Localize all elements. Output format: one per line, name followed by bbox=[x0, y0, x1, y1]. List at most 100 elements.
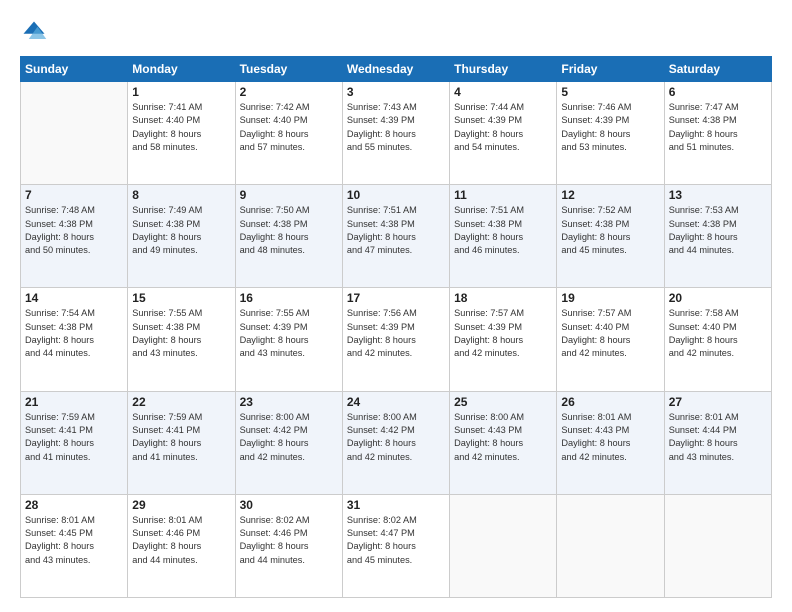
day-cell: 31 Sunrise: 8:02 AMSunset: 4:47 PMDayligh… bbox=[342, 494, 449, 597]
day-cell: 9 Sunrise: 7:50 AMSunset: 4:38 PMDaylight… bbox=[235, 185, 342, 288]
day-number: 22 bbox=[132, 395, 230, 409]
day-cell: 1 Sunrise: 7:41 AMSunset: 4:40 PMDaylight… bbox=[128, 82, 235, 185]
day-number: 17 bbox=[347, 291, 445, 305]
day-info: Sunrise: 7:47 AMSunset: 4:38 PMDaylight:… bbox=[669, 101, 767, 154]
weekday-tuesday: Tuesday bbox=[235, 57, 342, 82]
day-cell: 18 Sunrise: 7:57 AMSunset: 4:39 PMDayligh… bbox=[450, 288, 557, 391]
day-cell: 25 Sunrise: 8:00 AMSunset: 4:43 PMDayligh… bbox=[450, 391, 557, 494]
day-number: 25 bbox=[454, 395, 552, 409]
day-info: Sunrise: 8:01 AMSunset: 4:43 PMDaylight:… bbox=[561, 411, 659, 464]
day-number: 30 bbox=[240, 498, 338, 512]
day-info: Sunrise: 8:02 AMSunset: 4:47 PMDaylight:… bbox=[347, 514, 445, 567]
day-info: Sunrise: 7:48 AMSunset: 4:38 PMDaylight:… bbox=[25, 204, 123, 257]
day-number: 7 bbox=[25, 188, 123, 202]
day-cell: 20 Sunrise: 7:58 AMSunset: 4:40 PMDayligh… bbox=[664, 288, 771, 391]
week-row-4: 21 Sunrise: 7:59 AMSunset: 4:41 PMDayligh… bbox=[21, 391, 772, 494]
day-info: Sunrise: 7:44 AMSunset: 4:39 PMDaylight:… bbox=[454, 101, 552, 154]
week-row-2: 7 Sunrise: 7:48 AMSunset: 4:38 PMDaylight… bbox=[21, 185, 772, 288]
day-info: Sunrise: 7:54 AMSunset: 4:38 PMDaylight:… bbox=[25, 307, 123, 360]
logo bbox=[20, 18, 52, 46]
day-info: Sunrise: 7:51 AMSunset: 4:38 PMDaylight:… bbox=[454, 204, 552, 257]
week-row-3: 14Sunrise: 7:54 AMSunset: 4:38 PMDayligh… bbox=[21, 288, 772, 391]
header bbox=[20, 18, 772, 46]
day-number: 24 bbox=[347, 395, 445, 409]
day-number: 13 bbox=[669, 188, 767, 202]
day-number: 3 bbox=[347, 85, 445, 99]
day-cell: 3 Sunrise: 7:43 AMSunset: 4:39 PMDaylight… bbox=[342, 82, 449, 185]
day-cell: 29Sunrise: 8:01 AMSunset: 4:46 PMDayligh… bbox=[128, 494, 235, 597]
day-number: 21 bbox=[25, 395, 123, 409]
day-cell: 24Sunrise: 8:00 AMSunset: 4:42 PMDayligh… bbox=[342, 391, 449, 494]
day-info: Sunrise: 8:01 AMSunset: 4:45 PMDaylight:… bbox=[25, 514, 123, 567]
day-number: 18 bbox=[454, 291, 552, 305]
week-row-1: 1 Sunrise: 7:41 AMSunset: 4:40 PMDaylight… bbox=[21, 82, 772, 185]
day-cell bbox=[664, 494, 771, 597]
day-info: Sunrise: 7:42 AMSunset: 4:40 PMDaylight:… bbox=[240, 101, 338, 154]
day-info: Sunrise: 8:00 AMSunset: 4:43 PMDaylight:… bbox=[454, 411, 552, 464]
weekday-sunday: Sunday bbox=[21, 57, 128, 82]
day-info: Sunrise: 7:58 AMSunset: 4:40 PMDaylight:… bbox=[669, 307, 767, 360]
day-cell: 6 Sunrise: 7:47 AMSunset: 4:38 PMDaylight… bbox=[664, 82, 771, 185]
day-info: Sunrise: 7:43 AMSunset: 4:39 PMDaylight:… bbox=[347, 101, 445, 154]
day-number: 9 bbox=[240, 188, 338, 202]
day-info: Sunrise: 7:59 AMSunset: 4:41 PMDaylight:… bbox=[132, 411, 230, 464]
day-info: Sunrise: 7:49 AMSunset: 4:38 PMDaylight:… bbox=[132, 204, 230, 257]
day-cell: 14Sunrise: 7:54 AMSunset: 4:38 PMDayligh… bbox=[21, 288, 128, 391]
day-number: 12 bbox=[561, 188, 659, 202]
logo-icon bbox=[20, 18, 48, 46]
day-info: Sunrise: 7:57 AMSunset: 4:39 PMDaylight:… bbox=[454, 307, 552, 360]
day-number: 5 bbox=[561, 85, 659, 99]
weekday-saturday: Saturday bbox=[664, 57, 771, 82]
weekday-wednesday: Wednesday bbox=[342, 57, 449, 82]
day-cell: 10Sunrise: 7:51 AMSunset: 4:38 PMDayligh… bbox=[342, 185, 449, 288]
day-cell: 12 Sunrise: 7:52 AMSunset: 4:38 PMDayligh… bbox=[557, 185, 664, 288]
day-cell: 7 Sunrise: 7:48 AMSunset: 4:38 PMDaylight… bbox=[21, 185, 128, 288]
weekday-thursday: Thursday bbox=[450, 57, 557, 82]
day-number: 11 bbox=[454, 188, 552, 202]
day-number: 1 bbox=[132, 85, 230, 99]
day-number: 8 bbox=[132, 188, 230, 202]
day-cell: 19 Sunrise: 7:57 AMSunset: 4:40 PMDayligh… bbox=[557, 288, 664, 391]
day-cell bbox=[450, 494, 557, 597]
day-number: 26 bbox=[561, 395, 659, 409]
day-number: 15 bbox=[132, 291, 230, 305]
day-info: Sunrise: 8:02 AMSunset: 4:46 PMDaylight:… bbox=[240, 514, 338, 567]
day-number: 4 bbox=[454, 85, 552, 99]
day-cell: 17 Sunrise: 7:56 AMSunset: 4:39 PMDayligh… bbox=[342, 288, 449, 391]
day-info: Sunrise: 7:53 AMSunset: 4:38 PMDaylight:… bbox=[669, 204, 767, 257]
weekday-header-row: SundayMondayTuesdayWednesdayThursdayFrid… bbox=[21, 57, 772, 82]
day-info: Sunrise: 8:00 AMSunset: 4:42 PMDaylight:… bbox=[240, 411, 338, 464]
day-number: 31 bbox=[347, 498, 445, 512]
day-cell: 23 Sunrise: 8:00 AMSunset: 4:42 PMDayligh… bbox=[235, 391, 342, 494]
day-number: 28 bbox=[25, 498, 123, 512]
day-info: Sunrise: 7:55 AMSunset: 4:38 PMDaylight:… bbox=[132, 307, 230, 360]
day-info: Sunrise: 7:57 AMSunset: 4:40 PMDaylight:… bbox=[561, 307, 659, 360]
day-info: Sunrise: 7:50 AMSunset: 4:38 PMDaylight:… bbox=[240, 204, 338, 257]
day-number: 29 bbox=[132, 498, 230, 512]
day-info: Sunrise: 7:55 AMSunset: 4:39 PMDaylight:… bbox=[240, 307, 338, 360]
day-number: 2 bbox=[240, 85, 338, 99]
day-info: Sunrise: 7:51 AMSunset: 4:38 PMDaylight:… bbox=[347, 204, 445, 257]
weekday-monday: Monday bbox=[128, 57, 235, 82]
day-cell: 22 Sunrise: 7:59 AMSunset: 4:41 PMDayligh… bbox=[128, 391, 235, 494]
day-cell: 30 Sunrise: 8:02 AMSunset: 4:46 PMDayligh… bbox=[235, 494, 342, 597]
day-cell: 27 Sunrise: 8:01 AMSunset: 4:44 PMDayligh… bbox=[664, 391, 771, 494]
day-info: Sunrise: 7:56 AMSunset: 4:39 PMDaylight:… bbox=[347, 307, 445, 360]
day-number: 6 bbox=[669, 85, 767, 99]
day-cell: 21 Sunrise: 7:59 AMSunset: 4:41 PMDayligh… bbox=[21, 391, 128, 494]
day-cell: 26 Sunrise: 8:01 AMSunset: 4:43 PMDayligh… bbox=[557, 391, 664, 494]
day-cell: 28 Sunrise: 8:01 AMSunset: 4:45 PMDayligh… bbox=[21, 494, 128, 597]
day-info: Sunrise: 7:52 AMSunset: 4:38 PMDaylight:… bbox=[561, 204, 659, 257]
day-number: 20 bbox=[669, 291, 767, 305]
day-number: 27 bbox=[669, 395, 767, 409]
day-info: Sunrise: 7:59 AMSunset: 4:41 PMDaylight:… bbox=[25, 411, 123, 464]
day-number: 23 bbox=[240, 395, 338, 409]
day-cell: 11 Sunrise: 7:51 AMSunset: 4:38 PMDayligh… bbox=[450, 185, 557, 288]
day-number: 19 bbox=[561, 291, 659, 305]
day-info: Sunrise: 7:46 AMSunset: 4:39 PMDaylight:… bbox=[561, 101, 659, 154]
day-info: Sunrise: 7:41 AMSunset: 4:40 PMDaylight:… bbox=[132, 101, 230, 154]
day-info: Sunrise: 8:01 AMSunset: 4:44 PMDaylight:… bbox=[669, 411, 767, 464]
page: SundayMondayTuesdayWednesdayThursdayFrid… bbox=[0, 0, 792, 612]
day-cell: 2 Sunrise: 7:42 AMSunset: 4:40 PMDaylight… bbox=[235, 82, 342, 185]
day-cell: 15 Sunrise: 7:55 AMSunset: 4:38 PMDayligh… bbox=[128, 288, 235, 391]
